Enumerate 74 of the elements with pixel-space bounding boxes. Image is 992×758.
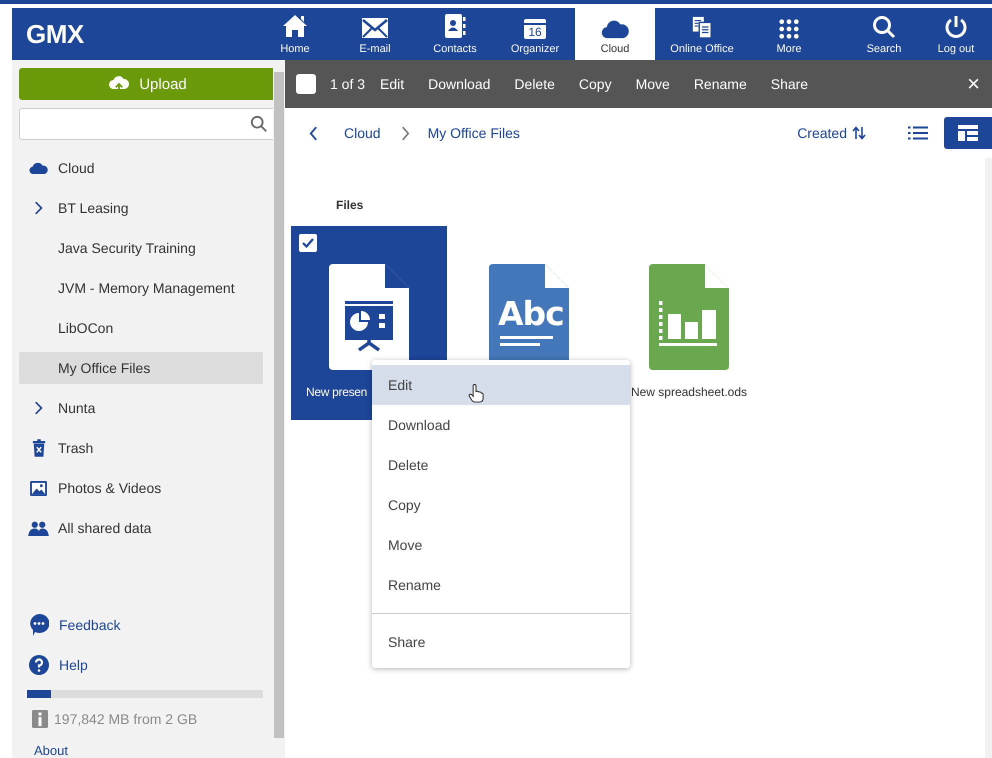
cloud-icon xyxy=(601,19,629,39)
select-all-checkbox[interactable] xyxy=(296,74,316,94)
chevron-icon[interactable] xyxy=(34,400,44,416)
back-icon[interactable] xyxy=(309,126,318,140)
breadcrumb-link[interactable]: My Office Files xyxy=(428,125,520,141)
toolbar-action[interactable]: Delete xyxy=(502,60,567,108)
home-icon xyxy=(282,13,308,39)
nav-tab[interactable]: Cloud xyxy=(575,8,655,60)
nav-tab[interactable]: E-mail xyxy=(335,8,415,60)
envelope-icon xyxy=(361,17,389,39)
about-link[interactable]: About xyxy=(34,743,68,758)
toolbar-action[interactable]: Move xyxy=(624,60,682,108)
folder-item[interactable]: LibOCon xyxy=(19,312,263,344)
logo[interactable]: GMX xyxy=(12,8,255,60)
selection-count: 1 of 3 xyxy=(330,76,366,92)
folder-item[interactable]: All shared data xyxy=(19,512,263,544)
chevron-icon xyxy=(400,126,410,140)
image-icon xyxy=(30,480,47,496)
folder-item[interactable]: Nunta xyxy=(19,392,263,424)
nav-tab[interactable]: Home xyxy=(255,8,335,60)
menu-item[interactable]: Edit xyxy=(372,365,630,405)
menu-item[interactable]: Rename xyxy=(372,565,630,605)
grid-dots-icon xyxy=(779,19,799,39)
calendar-icon: 16 xyxy=(524,19,546,39)
nav-tab[interactable]: More xyxy=(749,8,829,60)
help-icon xyxy=(29,655,49,675)
file-name: New spreadsheet.ods xyxy=(630,385,748,399)
toolbar-action[interactable]: Copy xyxy=(566,60,624,108)
folder-item[interactable]: Photos & Videos xyxy=(19,472,263,504)
people-icon xyxy=(28,520,49,536)
documents-icon xyxy=(691,15,713,39)
view-toggle[interactable] xyxy=(944,117,992,149)
nav-button[interactable]: Log out xyxy=(920,8,992,60)
search-icon xyxy=(250,115,268,133)
nav-tab[interactable]: Contacts xyxy=(415,8,495,60)
checkbox[interactable] xyxy=(299,234,317,252)
sidebar-link[interactable]: Help xyxy=(19,649,88,681)
storage-text: 197,842 MB from 2 GB xyxy=(54,711,198,727)
breadcrumb-link[interactable]: Cloud xyxy=(344,125,381,141)
sidebar-link[interactable]: Feedback xyxy=(19,609,120,641)
power-icon xyxy=(944,15,968,39)
folder-item[interactable]: BT Leasing xyxy=(19,192,263,224)
menu-item[interactable]: Delete xyxy=(372,445,630,485)
hand-pointer-icon xyxy=(468,384,484,403)
nav-tab[interactable]: Online Office xyxy=(655,8,749,60)
toolbar-action[interactable]: Edit xyxy=(368,60,416,108)
folder-item[interactable]: My Office Files xyxy=(19,352,263,384)
close-button[interactable]: × xyxy=(955,60,992,108)
nav-tab[interactable]: 16 Organizer xyxy=(495,8,575,60)
speech-bubble-icon xyxy=(29,614,49,636)
folder-item[interactable]: Trash xyxy=(19,432,263,464)
folder-item[interactable]: JVM - Memory Management xyxy=(19,272,263,304)
toolbar-action[interactable]: Download xyxy=(416,60,502,108)
folder-item[interactable]: Java Security Training xyxy=(19,232,263,264)
info-icon xyxy=(32,710,48,728)
file-name: New presen xyxy=(306,385,368,399)
search-icon xyxy=(872,15,896,39)
menu-item[interactable]: Copy xyxy=(372,485,630,525)
toolbar-action[interactable]: Share xyxy=(758,60,820,108)
nav-button[interactable]: Search xyxy=(848,8,920,60)
trash-icon xyxy=(32,439,46,457)
menu-item[interactable]: Share xyxy=(372,613,630,662)
sort-button[interactable]: Created xyxy=(791,124,872,142)
spreadsheet-file-icon xyxy=(649,264,729,370)
sort-arrows-icon xyxy=(852,126,866,140)
section-heading: Files xyxy=(336,198,364,212)
chevron-icon[interactable] xyxy=(34,200,44,216)
folder-item[interactable]: Cloud xyxy=(19,152,263,184)
cloud-icon xyxy=(28,162,48,174)
menu-item[interactable]: Move xyxy=(372,525,630,565)
list-icon xyxy=(908,126,928,140)
toolbar-action[interactable]: Rename xyxy=(682,60,759,108)
tiles-icon xyxy=(958,125,978,141)
address-book-icon xyxy=(444,13,466,39)
